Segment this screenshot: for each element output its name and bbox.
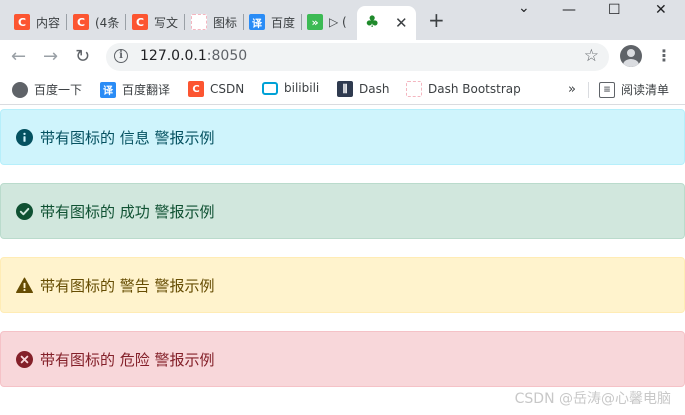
address-url: 127.0.0.1:8050 — [140, 48, 247, 64]
window-close-button[interactable]: ✕ — [655, 2, 667, 18]
browser-tab[interactable]: 译 百度 — [249, 8, 295, 36]
tab-search-icon[interactable]: ⌄ — [518, 0, 530, 16]
site-info-icon[interactable]: i — [114, 49, 128, 63]
maximize-button[interactable]: ☐ — [608, 2, 621, 18]
bookmark-item[interactable]: ⫼ Dash — [337, 81, 389, 97]
bookmark-label: bilibili — [284, 81, 320, 95]
tab-separator — [301, 14, 302, 30]
bookmark-star-icon[interactable]: ☆ — [584, 46, 599, 66]
alert-warning: 带有图标的 警告 警报示例 — [0, 257, 685, 313]
watermark: CSDN @岳涛@心馨电脑 — [514, 391, 671, 407]
tab-strip: C 内容 C (4条 C 写文 图标 译 百度 » ▷ ( ♣ ✕ + ⌄ — … — [0, 0, 685, 40]
reload-button[interactable]: ↻ — [75, 45, 90, 69]
menu-icon[interactable]: ⋮ — [656, 45, 672, 67]
translate-icon: 译 — [249, 14, 265, 30]
alert-text: 带有图标的 信息 警报示例 — [40, 128, 215, 147]
alert-text: 带有图标的 危险 警报示例 — [40, 350, 215, 369]
bookmark-item[interactable]: 百度一下 — [12, 81, 82, 98]
tab-separator — [125, 14, 126, 30]
alert-text: 带有图标的 警告 警报示例 — [40, 276, 215, 295]
bookmarks-bar: 百度一下 译 百度翻译 C CSDN bilibili ⫼ Dash Dash … — [0, 75, 685, 105]
x-circle-icon — [16, 350, 33, 368]
profile-avatar[interactable] — [620, 45, 642, 67]
reading-list-label: 阅读清单 — [621, 83, 670, 97]
bookmarks-divider — [588, 82, 589, 98]
minimize-button[interactable]: — — [562, 2, 576, 18]
csdn-icon: C — [188, 81, 204, 97]
forward-icon: » — [307, 14, 323, 30]
alert-success: 带有图标的 成功 警报示例 — [0, 183, 685, 239]
tab-title: ▷ ( — [329, 15, 347, 29]
page-icon — [406, 81, 422, 97]
new-tab-button[interactable]: + — [428, 9, 445, 31]
browser-toolbar: ← → ↻ i 127.0.0.1:8050 ☆ — [0, 40, 685, 75]
bookmark-item[interactable]: Dash Bootstrap — [406, 81, 521, 97]
close-tab-icon[interactable]: ✕ — [395, 14, 408, 32]
tab-title: 图标 — [213, 15, 237, 30]
tab-title: 百度 — [271, 15, 295, 30]
alert-info: 带有图标的 信息 警报示例 — [0, 109, 685, 165]
bookmark-label: Dash Bootstrap — [428, 82, 521, 96]
bookmark-label: CSDN — [210, 82, 245, 96]
bilibili-icon — [262, 81, 278, 95]
back-button[interactable]: ← — [11, 45, 26, 69]
alert-danger: 带有图标的 危险 警报示例 — [0, 331, 685, 387]
csdn-icon: C — [14, 14, 30, 30]
warning-triangle-icon — [16, 277, 33, 293]
browser-tab[interactable]: » ▷ ( — [307, 8, 353, 36]
browser-tab-active[interactable]: ♣ ✕ — [357, 6, 416, 40]
bookmark-item[interactable]: bilibili — [262, 81, 319, 95]
dash-icon: ⫼ — [337, 81, 353, 97]
bookmark-label: Dash — [359, 82, 390, 96]
page-icon — [191, 14, 207, 30]
globe-icon — [12, 81, 28, 98]
tab-separator — [184, 14, 185, 30]
browser-tab[interactable]: C 内容 — [14, 8, 60, 36]
csdn-icon: C — [132, 14, 148, 30]
info-circle-icon — [16, 128, 33, 146]
tab-title: 写文 — [154, 15, 178, 30]
address-bar[interactable]: i 127.0.0.1:8050 ☆ — [106, 43, 609, 71]
check-circle-icon — [16, 202, 33, 220]
tab-title: (4条 — [95, 15, 119, 30]
tab-separator — [243, 14, 244, 30]
bookmark-label: 百度一下 — [34, 83, 83, 97]
bookmark-label: 百度翻译 — [122, 83, 171, 97]
url-host: 127.0.0.1 — [140, 48, 207, 64]
clover-icon: ♣ — [365, 12, 380, 31]
reading-list-icon: ≡ — [599, 81, 615, 98]
browser-tab[interactable]: 图标 — [191, 8, 237, 36]
forward-button[interactable]: → — [43, 45, 58, 69]
translate-icon: 译 — [100, 81, 116, 98]
url-port: :8050 — [206, 48, 248, 64]
alert-text: 带有图标的 成功 警报示例 — [40, 202, 215, 221]
bookmarks-more-button[interactable]: » — [568, 82, 576, 97]
tab-separator — [66, 14, 67, 30]
tab-title: 内容 — [36, 15, 60, 30]
reading-list-button[interactable]: ≡ 阅读清单 — [599, 81, 669, 98]
browser-tab[interactable]: C (4条 — [73, 8, 119, 36]
csdn-icon: C — [73, 14, 89, 30]
browser-tab[interactable]: C 写文 — [132, 8, 178, 36]
bookmark-item[interactable]: 译 百度翻译 — [100, 81, 170, 98]
bookmark-item[interactable]: C CSDN — [188, 81, 244, 97]
